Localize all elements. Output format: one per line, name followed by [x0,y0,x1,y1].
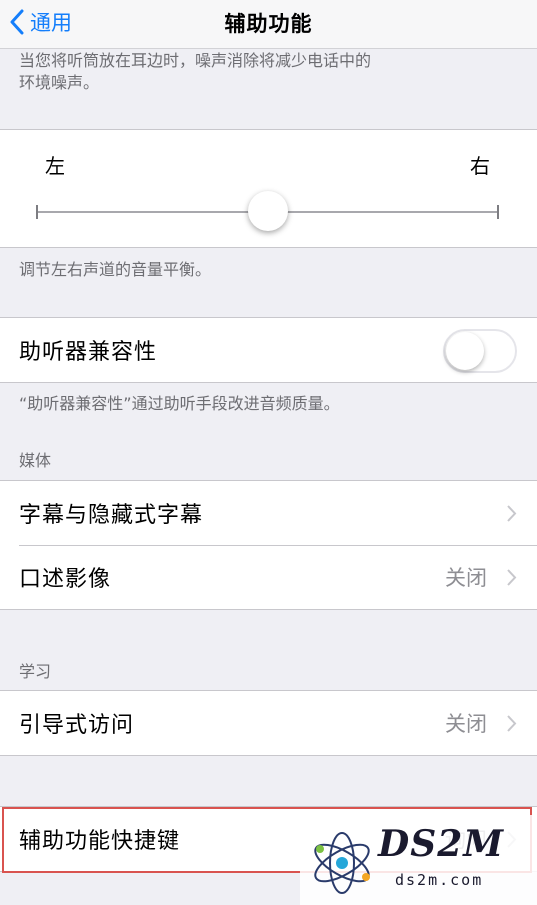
hearing-aid-toggle[interactable] [443,329,517,373]
hearing-aid-row: 助听器兼容性 [0,318,537,382]
footnote-line: 环境噪声。 [19,73,100,92]
page-title: 辅助功能 [224,12,313,36]
media-group: 字幕与隐藏式字幕 口述影像 关闭 [0,480,537,610]
toggle-knob [446,332,484,370]
list-item-captions[interactable]: 字幕与隐藏式字幕 [0,481,537,545]
chevron-right-icon [507,569,517,586]
balance-footnote: 调节左右声道的音量平衡。 [19,260,212,279]
balance-right-label: 右 [470,154,490,178]
accessibility-shortcut-label: 辅助功能快捷键 [19,829,181,854]
hearing-aid-footnote: “助听器兼容性”通过助听手段改进音频质量。 [19,394,340,413]
slider-left-cap [36,205,38,219]
navigation-bar: 通用 辅助功能 [0,0,537,49]
balance-slider-thumb[interactable] [247,191,288,231]
footnote-line: 当您将听筒放在耳边时，噪声消除将减少电话中的 [19,51,372,70]
noise-cancellation-footnote: 当您将听筒放在耳边时，噪声消除将减少电话中的 环境噪声。 [19,50,371,94]
audio-descriptions-label: 口述影像 [19,567,112,592]
captions-label: 字幕与隐藏式字幕 [19,503,204,528]
learning-section-header: 学习 [19,662,52,681]
chevron-right-icon [507,715,517,732]
media-section-header: 媒体 [19,451,52,470]
hearing-aid-group: 助听器兼容性 [0,317,537,383]
watermark: DS2M ds2m.com [300,815,537,905]
slider-right-cap [497,205,499,219]
guided-access-value: 关闭 [445,712,487,736]
watermark-url: ds2m.com [395,871,484,889]
chevron-right-icon [507,505,517,522]
balance-left-label: 左 [45,154,65,178]
list-item-audio-descriptions[interactable]: 口述影像 关闭 [0,545,537,609]
watermark-logo-text: DS2M [378,823,505,865]
guided-access-label: 引导式访问 [19,713,135,738]
learning-group: 引导式访问 关闭 [0,690,537,756]
audio-descriptions-value: 关闭 [445,566,487,590]
list-item-guided-access[interactable]: 引导式访问 关闭 [0,691,537,755]
hearing-aid-label: 助听器兼容性 [19,340,158,365]
